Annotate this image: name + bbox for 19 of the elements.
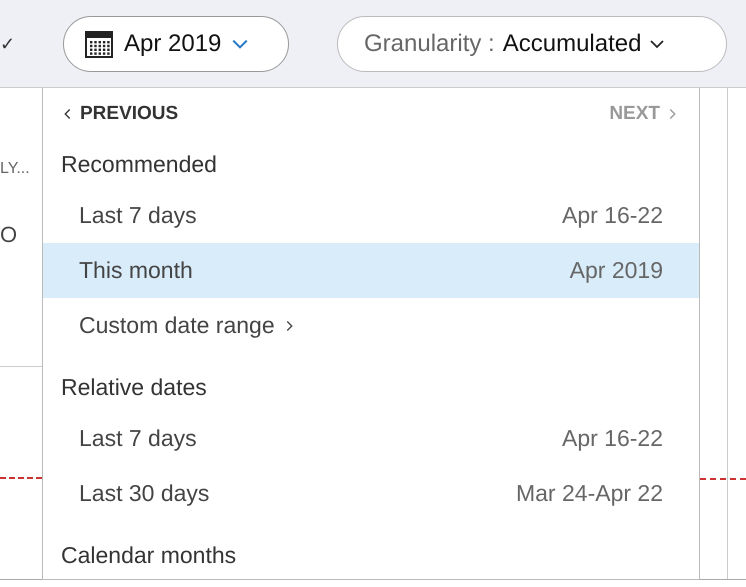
section-title: Recommended bbox=[60, 150, 218, 179]
cell-text: O bbox=[0, 222, 18, 248]
chevron-text: ✓ bbox=[0, 32, 16, 54]
chevron-left-icon bbox=[63, 107, 72, 121]
menu-item[interactable]: This month Apr 2019 bbox=[43, 243, 699, 298]
column-label: LY... bbox=[0, 160, 31, 178]
menu-item[interactable]: Last 30 days Mar 24-Apr 22 bbox=[43, 466, 699, 521]
menu-item[interactable]: Custom date range bbox=[43, 298, 699, 353]
calendar-icon bbox=[84, 28, 114, 58]
menu-item[interactable]: Last 7 days Apr 16-22 bbox=[43, 411, 699, 466]
section-title: Calendar months bbox=[60, 541, 238, 570]
previous-button[interactable]: PREVIOUS bbox=[63, 103, 178, 125]
menu-item[interactable]: Last 7 days Apr 16-22 bbox=[43, 188, 699, 243]
date-picker[interactable]: Apr 2019 bbox=[63, 16, 289, 72]
dashed-line bbox=[700, 478, 746, 480]
granularity-dropdown[interactable]: Granularity : Accumulated bbox=[337, 16, 727, 72]
chevron-right-icon bbox=[284, 318, 294, 332]
section-title: Relative dates bbox=[60, 373, 208, 402]
chevron-right-icon bbox=[668, 107, 677, 121]
